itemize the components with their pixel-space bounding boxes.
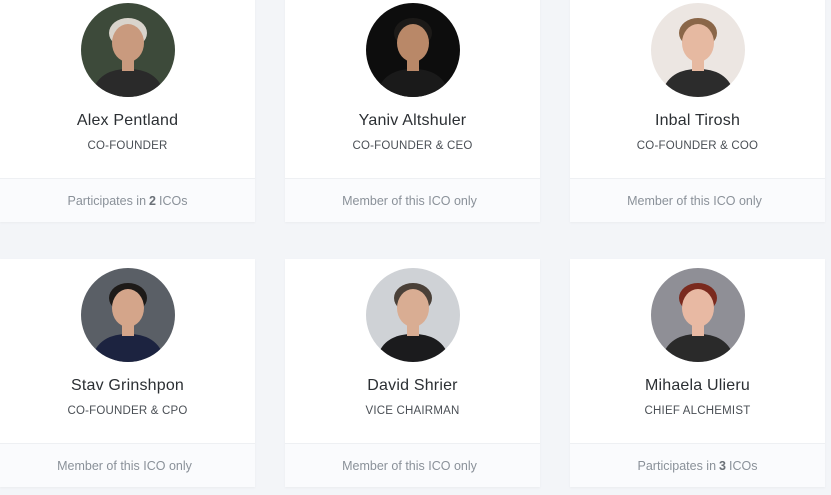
- team-card[interactable]: Yaniv Altshuler CO-FOUNDER & CEO Member …: [285, 0, 540, 222]
- member-name[interactable]: Inbal Tirosh: [570, 112, 825, 130]
- member-role: CO-FOUNDER & CPO: [67, 405, 188, 417]
- team-card[interactable]: Inbal Tirosh CO-FOUNDER & COO Member of …: [570, 0, 825, 222]
- person-photo-icon: [365, 3, 460, 97]
- ico-count: 3: [719, 458, 726, 473]
- member-role: CO-FOUNDER & CEO: [352, 140, 473, 152]
- ico-participation: Member of this ICO only: [285, 443, 540, 487]
- person-photo-icon: [365, 268, 460, 362]
- person-photo-icon: [80, 268, 175, 362]
- ico-participation-text: Participates in: [637, 458, 717, 473]
- person-photo-icon: [650, 268, 745, 362]
- member-role: CHIEF ALCHEMIST: [644, 405, 751, 417]
- ico-count: 2: [149, 193, 156, 208]
- avatar[interactable]: [80, 3, 175, 97]
- team-grid: Alex Pentland CO-FOUNDER Participates in…: [0, 0, 831, 495]
- person-photo-icon: [80, 3, 175, 97]
- ico-participation: Participates in 3 ICOs: [570, 443, 825, 487]
- avatar[interactable]: [80, 268, 175, 362]
- team-card[interactable]: Mihaela Ulieru CHIEF ALCHEMIST Participa…: [570, 259, 825, 487]
- ico-participation-text: Member of this ICO only: [57, 458, 192, 473]
- team-card[interactable]: David Shrier VICE CHAIRMAN Member of thi…: [285, 259, 540, 487]
- member-name[interactable]: Yaniv Altshuler: [285, 112, 540, 130]
- team-card[interactable]: Alex Pentland CO-FOUNDER Participates in…: [0, 0, 255, 222]
- ico-participation-text: Member of this ICO only: [342, 458, 477, 473]
- avatar[interactable]: [650, 3, 745, 97]
- ico-participation: Member of this ICO only: [285, 178, 540, 222]
- ico-participation-text: Participates in: [67, 193, 147, 208]
- avatar[interactable]: [365, 268, 460, 362]
- person-photo-icon: [650, 3, 745, 97]
- avatar[interactable]: [365, 3, 460, 97]
- ico-participation-suffix: ICOs: [158, 193, 188, 208]
- member-role: CO-FOUNDER & COO: [636, 140, 759, 152]
- member-name[interactable]: Stav Grinshpon: [0, 377, 255, 395]
- ico-participation-suffix: ICOs: [728, 458, 758, 473]
- member-name[interactable]: Mihaela Ulieru: [570, 377, 825, 395]
- ico-participation: Member of this ICO only: [570, 178, 825, 222]
- ico-participation-text: Member of this ICO only: [627, 193, 762, 208]
- ico-participation: Participates in 2 ICOs: [0, 178, 255, 222]
- member-name[interactable]: Alex Pentland: [0, 112, 255, 130]
- member-name[interactable]: David Shrier: [285, 377, 540, 395]
- ico-participation-text: Member of this ICO only: [342, 193, 477, 208]
- team-card[interactable]: Stav Grinshpon CO-FOUNDER & CPO Member o…: [0, 259, 255, 487]
- member-role: VICE CHAIRMAN: [365, 405, 460, 417]
- ico-participation: Member of this ICO only: [0, 443, 255, 487]
- member-role: CO-FOUNDER: [87, 140, 168, 152]
- avatar[interactable]: [650, 268, 745, 362]
